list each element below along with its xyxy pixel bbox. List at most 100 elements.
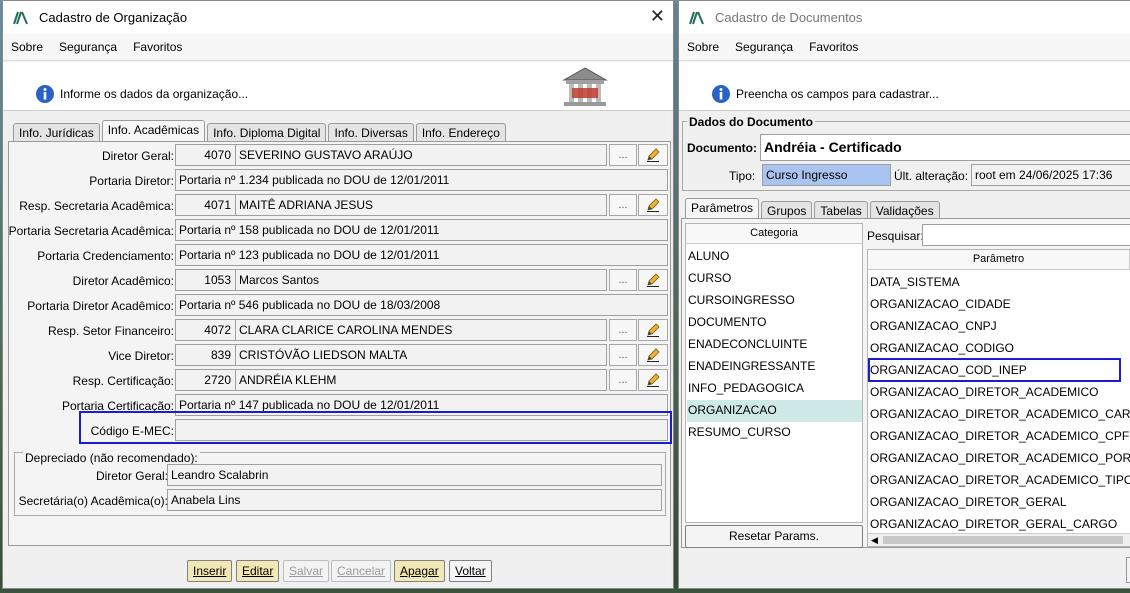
- documents-window: Cadastro de Documentos Sobre Segurança F…: [678, 0, 1130, 589]
- dados-documento-title: Dados do Documento: [687, 115, 816, 129]
- resp-secretaria-name[interactable]: MAITÊ ADRIANA JESUS: [235, 194, 607, 216]
- documento-label: Documento:: [687, 141, 757, 155]
- portaria-secretaria-field[interactable]: Portaria nº 158 publicada no DOU de 12/0…: [175, 219, 668, 241]
- resetar-params-button[interactable]: Resetar Params.: [685, 525, 863, 548]
- pencil-icon[interactable]: [638, 369, 668, 391]
- diretor-geral-code[interactable]: 4070: [175, 144, 236, 166]
- vice-diretor-name[interactable]: CRISTÓVÃO LIEDSON MALTA: [235, 344, 607, 366]
- diretor-academico-search-button[interactable]: ...: [609, 269, 637, 291]
- tipo-label: Tipo:: [729, 169, 756, 183]
- apagar-button[interactable]: Apagar: [394, 560, 445, 582]
- info-banner: Preencha os campos para cadastrar...: [679, 62, 1130, 111]
- pencil-icon[interactable]: [638, 344, 668, 366]
- banner-text: Preencha os campos para cadastrar...: [736, 87, 939, 101]
- partial-button[interactable]: [1126, 557, 1130, 583]
- close-icon[interactable]: ✕: [650, 7, 665, 25]
- tab-info-diploma-digital[interactable]: Info. Diploma Digital: [207, 123, 327, 142]
- list-item[interactable]: CURSO: [687, 268, 862, 290]
- tab-info-academicas[interactable]: Info. Acadêmicas: [101, 120, 206, 142]
- list-item[interactable]: ENADEINGRESSANTE: [687, 356, 862, 378]
- categoria-header: Categoria: [686, 224, 862, 244]
- resp-secretaria-search-button[interactable]: ...: [609, 194, 637, 216]
- menu-favoritos[interactable]: Favoritos: [809, 40, 858, 54]
- resp-certificacao-search-button[interactable]: ...: [609, 369, 637, 391]
- editar-button[interactable]: Editar: [236, 560, 280, 582]
- tab-info-endereco[interactable]: Info. Endereço: [415, 123, 506, 142]
- resp-certificacao-label: Resp. Certificação:: [72, 374, 174, 388]
- resp-financeiro-label: Resp. Setor Financeiro:: [47, 324, 174, 338]
- list-item[interactable]: ENADECONCLUINTE: [687, 334, 862, 356]
- table-row[interactable]: ORGANIZACAO_DIRETOR_ACADEMICO_CARGO: [869, 404, 1130, 426]
- pencil-icon[interactable]: [638, 194, 668, 216]
- resp-secretaria-label: Resp. Secretaria Acadêmica:: [19, 199, 174, 213]
- diretor-academico-name[interactable]: Marcos Santos: [235, 269, 607, 291]
- tab-parametros[interactable]: Parâmetros: [685, 198, 760, 220]
- table-row[interactable]: ORGANIZACAO_DIRETOR_ACADEMICO_CPF: [869, 426, 1130, 448]
- table-row[interactable]: ORGANIZACAO_CNPJ: [869, 316, 1130, 338]
- parametros-panel: Categoria ALUNO CURSO CURSOINGRESSO DOCU…: [681, 218, 1130, 548]
- table-row[interactable]: ORGANIZACAO_DIRETOR_ACADEMICO_TIPO_...: [869, 470, 1130, 492]
- table-row[interactable]: DATA_SISTEMA: [869, 272, 1130, 294]
- list-item[interactable]: RESUMO_CURSO: [687, 422, 862, 444]
- table-row[interactable]: ORGANIZACAO_CODIGO: [869, 338, 1130, 360]
- diretor-geral-search-button[interactable]: ...: [609, 144, 637, 166]
- parametro-list: Parâmetro DATA_SISTEMA ORGANIZACAO_CIDAD…: [867, 249, 1130, 547]
- resp-financeiro-code[interactable]: 4072: [175, 319, 236, 341]
- salvar-button[interactable]: Salvar: [283, 560, 330, 582]
- tab-info-juridicas[interactable]: Info. Jurídicas: [13, 123, 100, 142]
- table-row[interactable]: ORGANIZACAO_DIRETOR_GERAL: [869, 492, 1130, 514]
- portaria-credenciamento-field[interactable]: Portaria nº 123 publicada no DOU de 12/0…: [175, 244, 668, 266]
- menu-favoritos[interactable]: Favoritos: [133, 40, 182, 54]
- window-title: Cadastro de Organização: [39, 10, 188, 25]
- scrollbar-thumb[interactable]: [883, 536, 1123, 544]
- menu-bar: Sobre Segurança Favoritos: [679, 34, 1130, 61]
- list-item[interactable]: CURSOINGRESSO: [687, 290, 862, 312]
- portaria-diretor-label: Portaria Diretor:: [89, 174, 174, 188]
- table-row[interactable]: ORGANIZACAO_CIDADE: [869, 294, 1130, 316]
- pencil-icon[interactable]: [638, 269, 668, 291]
- table-row[interactable]: ORGANIZACAO_DIRETOR_ACADEMICO: [869, 382, 1130, 404]
- title-bar: Cadastro de Documentos: [679, 1, 1130, 34]
- resp-certificacao-name[interactable]: ANDRÉIA KLEHM: [235, 369, 607, 391]
- menu-sobre[interactable]: Sobre: [687, 40, 719, 54]
- pencil-icon[interactable]: [638, 144, 668, 166]
- resp-secretaria-code[interactable]: 4071: [175, 194, 236, 216]
- resp-certificacao-code[interactable]: 2720: [175, 369, 236, 391]
- dep-secretaria-field[interactable]: Anabela Lins: [167, 489, 662, 511]
- vice-diretor-search-button[interactable]: ...: [609, 344, 637, 366]
- voltar-button[interactable]: Voltar: [449, 560, 492, 582]
- list-item[interactable]: ALUNO: [687, 246, 862, 268]
- diretor-geral-name[interactable]: SEVERINO GUSTAVO ARAÚJO: [235, 144, 607, 166]
- pencil-icon[interactable]: [638, 319, 668, 341]
- diretor-academico-code[interactable]: 1053: [175, 269, 236, 291]
- portaria-diretor-field[interactable]: Portaria nº 1.234 publicada no DOU de 12…: [175, 169, 668, 191]
- vice-diretor-code[interactable]: 839: [175, 344, 236, 366]
- pesquisar-input[interactable]: [922, 224, 1130, 246]
- resp-financeiro-name[interactable]: CLARA CLARICE CAROLINA MENDES: [235, 319, 607, 341]
- horizontal-scrollbar[interactable]: ◀: [868, 533, 1130, 546]
- list-item[interactable]: ORGANIZACAO: [687, 400, 862, 422]
- list-item[interactable]: DOCUMENTO: [687, 312, 862, 334]
- info-banner: Informe os dados da organização...: [3, 62, 673, 111]
- diretor-academico-label: Diretor Acadêmico:: [72, 274, 174, 288]
- menu-bar: Sobre Segurança Favoritos: [3, 34, 673, 61]
- cancelar-button[interactable]: Cancelar: [331, 560, 392, 582]
- list-item[interactable]: INFO_PEDAGOGICA: [687, 378, 862, 400]
- menu-seguranca[interactable]: Segurança: [59, 40, 117, 54]
- menu-seguranca[interactable]: Segurança: [735, 40, 793, 54]
- emec-highlight-frame: [79, 411, 672, 444]
- tipo-field[interactable]: Curso Ingresso: [762, 164, 891, 186]
- table-row[interactable]: ORGANIZACAO_DIRETOR_ACADEMICO_PORT...: [869, 448, 1130, 470]
- info-icon: [36, 85, 54, 103]
- scroll-left-icon[interactable]: ◀: [871, 535, 878, 546]
- dep-diretor-geral-field[interactable]: Leandro Scalabrin: [167, 464, 662, 486]
- resp-financeiro-search-button[interactable]: ...: [609, 319, 637, 341]
- portaria-diretor-academico-label: Portaria Diretor Acadêmico:: [27, 299, 174, 313]
- tab-info-diversas[interactable]: Info. Diversas: [328, 123, 414, 142]
- portaria-diretor-academico-field[interactable]: Portaria nº 546 publicada no DOU de 18/0…: [175, 294, 668, 316]
- documento-field[interactable]: Andréia - Certificado: [760, 134, 1130, 161]
- ult-alteracao-label: Últ. alteração:: [894, 169, 969, 183]
- ult-alteracao-field: root em 24/06/2025 17:36: [971, 164, 1130, 186]
- menu-sobre[interactable]: Sobre: [11, 40, 43, 54]
- inserir-button[interactable]: Inserir: [187, 560, 233, 582]
